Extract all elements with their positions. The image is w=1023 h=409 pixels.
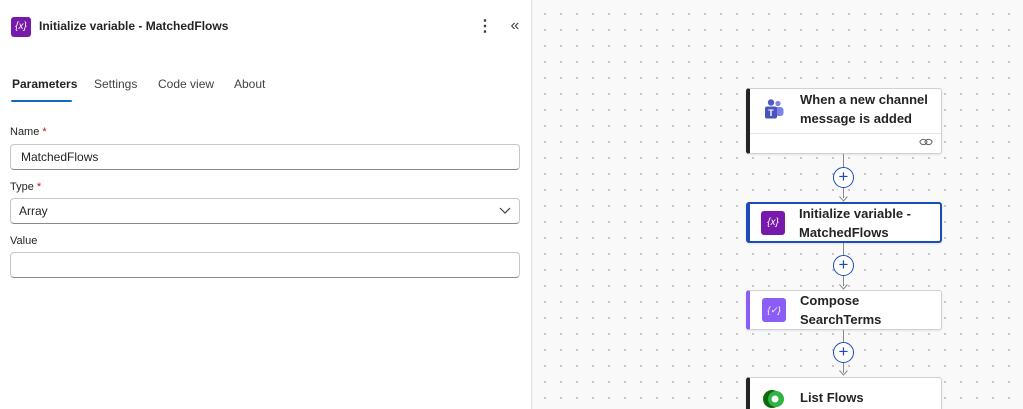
add-step-button[interactable]: + <box>833 167 854 188</box>
action-card-initialize-variable[interactable]: {x} Initialize variable - MatchedFlows <box>746 202 942 243</box>
card-divider <box>750 133 941 134</box>
connector-line <box>843 243 844 255</box>
name-label-text: Name <box>10 126 40 138</box>
tab-code-view[interactable]: Code view <box>158 77 214 91</box>
value-label-text: Value <box>10 235 38 247</box>
tab-parameters[interactable]: Parameters <box>12 77 77 91</box>
chevron-down-icon <box>499 199 511 231</box>
teams-icon: T <box>762 98 786 122</box>
card-title-line2: message is added <box>800 111 912 126</box>
compose-icon: {✓} <box>762 298 786 322</box>
card-title-line2: SearchTerms <box>800 312 882 327</box>
type-select-value: Array <box>19 204 48 218</box>
action-card-compose[interactable]: {✓} Compose SearchTerms <box>746 290 942 330</box>
dataverse-icon <box>762 387 786 409</box>
connector-line <box>843 154 844 168</box>
flow-canvas[interactable]: T When a new channel message is added + … <box>533 0 1023 409</box>
more-options-icon[interactable]: ⋮ <box>476 15 494 39</box>
required-mark: * <box>42 126 47 138</box>
name-label: Name * <box>10 126 47 138</box>
card-title-line1: Compose <box>800 293 860 308</box>
card-title: Compose SearchTerms <box>800 291 940 329</box>
card-title: List Flows <box>800 388 940 407</box>
connector-line <box>843 330 844 342</box>
name-input-value: MatchedFlows <box>21 150 99 164</box>
add-step-button[interactable]: + <box>833 255 854 276</box>
required-mark: * <box>36 181 42 193</box>
arrow-down-icon <box>839 370 848 376</box>
trigger-card-new-channel-message[interactable]: T When a new channel message is added <box>746 88 942 154</box>
card-title: When a new channel message is added <box>800 90 940 128</box>
card-title-line2: MatchedFlows <box>799 225 889 240</box>
name-input[interactable]: MatchedFlows <box>10 144 520 170</box>
active-tab-indicator <box>11 100 72 102</box>
link-icon <box>919 137 933 150</box>
collapse-panel-icon[interactable]: « <box>504 15 526 39</box>
variable-icon: {x} <box>761 211 785 235</box>
action-card-list-flows[interactable]: List Flows <box>746 377 942 409</box>
value-label: Value <box>10 235 37 247</box>
card-title-line1: When a new channel <box>800 92 928 107</box>
card-title: Initialize variable - MatchedFlows <box>799 204 939 242</box>
card-title-line1: Initialize variable - <box>799 206 911 221</box>
panel-title: Initialize variable - MatchedFlows <box>39 19 229 33</box>
type-label: Type * <box>10 181 41 193</box>
card-title-line1: List Flows <box>800 390 864 405</box>
add-step-button[interactable]: + <box>833 342 854 363</box>
tab-settings[interactable]: Settings <box>94 77 137 91</box>
tab-about[interactable]: About <box>234 77 265 91</box>
tab-bar: Parameters Settings Code view About <box>0 72 532 104</box>
value-input[interactable] <box>10 252 520 278</box>
svg-text:T: T <box>768 108 774 118</box>
type-label-text: Type <box>10 181 34 193</box>
variable-icon: {x} <box>11 17 31 37</box>
panel-header: {x} Initialize variable - MatchedFlows ⋮… <box>0 0 532 56</box>
type-select[interactable]: Array <box>10 198 520 224</box>
action-details-panel: {x} Initialize variable - MatchedFlows ⋮… <box>0 0 532 409</box>
